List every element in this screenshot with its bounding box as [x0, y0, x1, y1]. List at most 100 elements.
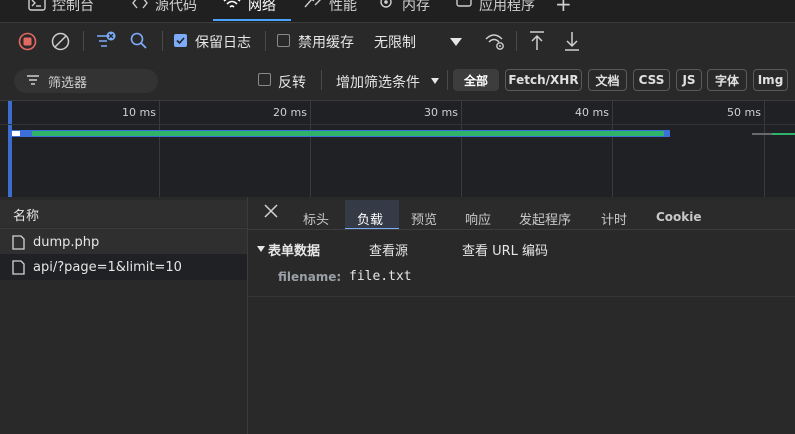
invert-checkbox[interactable] — [258, 73, 271, 86]
grid-line — [310, 100, 311, 197]
form-data-section-title[interactable]: 表单数据 — [268, 240, 320, 259]
request-row-dump[interactable]: dump.php — [12, 229, 249, 255]
filter-type-css[interactable]: CSS — [633, 69, 670, 91]
application-icon — [456, 0, 472, 7]
tab-label: 网络 — [248, 0, 276, 14]
import-har-button[interactable] — [528, 30, 546, 52]
tab-memory[interactable]: 内存 — [376, 0, 430, 22]
search-icon — [130, 32, 147, 49]
tab-application[interactable]: 应用程序 — [455, 0, 535, 22]
separator — [265, 31, 266, 51]
disable-cache-label[interactable]: 禁用缓存 — [298, 32, 354, 52]
memory-icon — [380, 0, 392, 8]
caret-down-icon — [431, 78, 439, 84]
throttling-dropdown-arrow[interactable] — [449, 37, 463, 47]
filter-type-font[interactable]: 字体 — [707, 69, 747, 91]
tab-timing[interactable]: 计时 — [601, 209, 627, 228]
network-conditions-button[interactable] — [484, 31, 506, 51]
close-icon — [264, 204, 278, 218]
name-column-header[interactable]: 名称 — [13, 205, 39, 224]
tab-console[interactable]: 控制台 — [28, 0, 94, 22]
separator — [162, 31, 163, 51]
request-bar-waiting — [12, 131, 20, 136]
view-source-button[interactable]: 查看源 — [369, 240, 408, 259]
timeline-tick-label: 20 ms — [273, 106, 307, 119]
active-tab-indicator — [213, 19, 291, 21]
request-bar-api — [772, 133, 795, 135]
search-button[interactable] — [129, 31, 149, 51]
filter-toggle-button[interactable] — [95, 30, 117, 50]
divider — [0, 22, 795, 23]
wifi-icon — [223, 0, 241, 8]
tab-payload[interactable]: 负载 — [357, 209, 383, 228]
check-icon — [176, 37, 185, 45]
tab-label: 源代码 — [155, 0, 197, 14]
request-row-api[interactable]: api/?page=1&limit=10 — [12, 254, 249, 280]
sources-icon — [132, 0, 148, 9]
filter-type-doc[interactable]: 文档 — [588, 69, 627, 91]
tab-label: 应用程序 — [479, 0, 535, 14]
filter-type-img[interactable]: Img — [753, 69, 788, 91]
tab-preview[interactable]: 预览 — [411, 209, 437, 228]
grid-line — [159, 100, 160, 197]
close-details-button[interactable] — [263, 203, 279, 219]
upload-icon — [530, 31, 544, 50]
separator — [516, 31, 517, 51]
tab-label: 控制台 — [52, 0, 94, 14]
disable-cache-checkbox[interactable] — [277, 34, 290, 47]
timeline-ruler-divider — [0, 124, 795, 125]
filter-type-js[interactable]: JS — [676, 69, 702, 91]
document-icon — [12, 259, 25, 275]
wifi-settings-icon — [485, 34, 504, 50]
filter-clear-icon — [97, 31, 116, 47]
grid-line — [764, 100, 765, 197]
tab-label: 内存 — [402, 0, 430, 14]
download-icon — [565, 32, 579, 51]
view-url-encoded-button[interactable]: 查看 URL 编码 — [462, 240, 548, 259]
timeline-left-handle[interactable] — [8, 101, 12, 197]
stop-recording-button[interactable] — [18, 32, 37, 51]
clear-button[interactable] — [51, 32, 70, 51]
separator — [321, 70, 322, 90]
invert-label[interactable]: 反转 — [278, 72, 306, 92]
form-field-key: filename: — [278, 270, 342, 284]
separator — [83, 31, 84, 51]
form-field-value: file.txt — [349, 269, 412, 284]
triangle-down-icon — [257, 246, 265, 252]
timeline-tick-label: 40 ms — [575, 106, 609, 119]
document-icon — [12, 234, 25, 250]
tab-sources[interactable]: 源代码 — [131, 0, 197, 22]
clear-icon — [51, 32, 70, 51]
performance-icon — [304, 0, 321, 8]
caret-down-icon — [450, 38, 462, 46]
filter-lines-icon — [27, 75, 39, 85]
divider — [248, 229, 795, 230]
tab-headers[interactable]: 标头 — [303, 209, 329, 228]
separator — [447, 70, 448, 90]
tab-label: 性能 — [329, 0, 357, 14]
throttling-select[interactable]: 无限制 — [374, 32, 416, 52]
more-filters-arrow[interactable] — [430, 77, 440, 85]
timeline-tick-label: 50 ms — [727, 106, 761, 119]
filter-icon — [26, 74, 40, 86]
request-name: dump.php — [33, 234, 100, 250]
request-bar-dump — [32, 131, 664, 136]
more-filters-button[interactable]: 增加筛选条件 — [336, 72, 420, 92]
filter-type-fetch-xhr[interactable]: Fetch/XHR — [505, 69, 582, 91]
section-collapse-toggle[interactable] — [256, 245, 266, 253]
timeline-tick-label: 30 ms — [424, 106, 458, 119]
request-name: api/?page=1&limit=10 — [33, 259, 182, 275]
tab-response[interactable]: 响应 — [465, 209, 491, 228]
grid-line — [461, 100, 462, 197]
export-har-button[interactable] — [563, 30, 581, 52]
divider — [0, 100, 795, 101]
preserve-log-checkbox[interactable] — [174, 34, 187, 47]
tab-initiator[interactable]: 发起程序 — [519, 209, 571, 228]
preserve-log-label[interactable]: 保留日志 — [195, 32, 251, 52]
add-tab-plus-icon[interactable]: + — [555, 0, 572, 16]
divider — [248, 296, 795, 297]
request-details-panel — [248, 197, 795, 434]
tab-cookie[interactable]: Cookie — [656, 210, 702, 224]
tab-performance[interactable]: 性能 — [303, 0, 357, 22]
filter-type-all[interactable]: 全部 — [453, 69, 499, 91]
